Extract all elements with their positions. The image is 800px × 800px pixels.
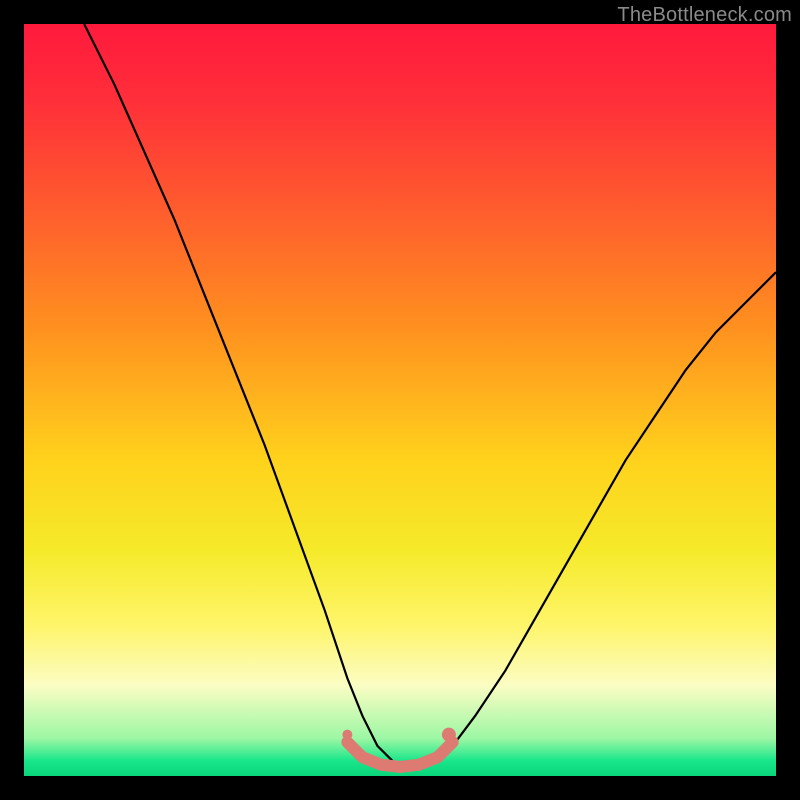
watermark-text: TheBottleneck.com — [617, 4, 792, 27]
bottleneck-curve-path — [84, 24, 776, 768]
marker-group — [342, 728, 456, 742]
marker-left-dot — [342, 730, 352, 740]
ideal-flat-segment-path — [347, 742, 452, 767]
chart-frame: TheBottleneck.com — [0, 0, 800, 800]
marker-right-dot — [442, 728, 456, 742]
chart-svg — [24, 24, 776, 776]
plot-area — [24, 24, 776, 776]
